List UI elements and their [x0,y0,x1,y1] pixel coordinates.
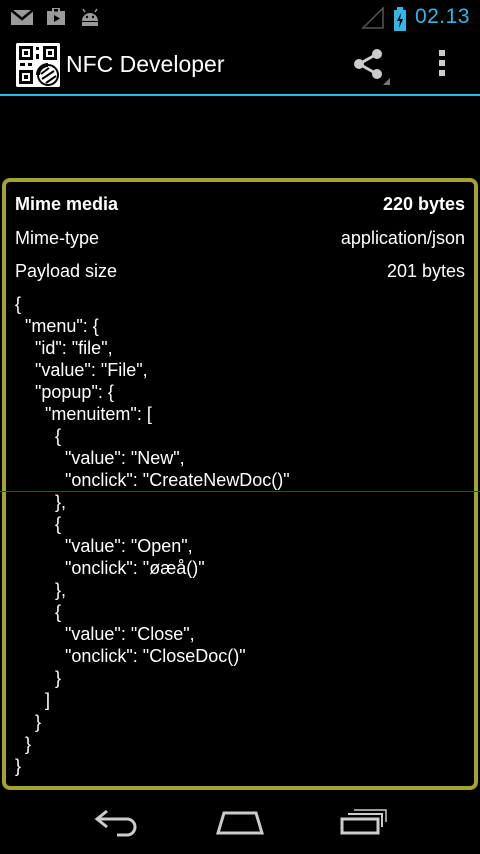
app-title: NFC Developer [66,51,225,77]
play-store-icon [44,7,68,27]
payload-size-row: Payload size 201 bytes [15,261,465,282]
focus-line [0,491,480,492]
clock: 02.13 [414,4,470,28]
overflow-menu-button[interactable] [426,45,458,85]
share-icon [348,45,392,90]
signal-icon [361,5,385,29]
action-bar-divider [0,94,480,96]
qr-app-icon[interactable] [16,42,60,87]
battery-charging-icon [393,6,407,31]
action-bar: NFC Developer [0,33,480,96]
recent-apps-button[interactable] [333,805,393,845]
navigation-bar [0,795,480,854]
status-bar: 02.13 [0,0,480,33]
screen: 02.13 NFC Developer Mime media 220 bytes… [0,0,480,854]
mime-type-value: application/json [340,228,465,248]
recent-apps-icon [338,807,388,842]
notification-icons [10,7,102,27]
gmail-icon [10,7,34,27]
mime-type-label: Mime-type [15,228,100,248]
record-size-value: 220 bytes [382,194,465,214]
mime-type-row: Mime-type application/json [15,228,465,249]
share-button[interactable] [348,47,392,87]
overflow-menu-icon [436,48,448,83]
payload-size-label: Payload size [15,261,118,281]
record-header-row: Mime media 220 bytes [15,194,465,215]
system-status: 02.13 [361,4,470,31]
record-type-label: Mime media [15,194,119,214]
payload-size-value: 201 bytes [386,261,465,281]
back-icon [93,807,141,842]
home-button[interactable] [210,805,270,845]
android-icon [78,7,102,27]
record-card: Mime media 220 bytes Mime-type applicati… [2,178,478,790]
payload-json: { "menu": { "id": "file", "value": "File… [15,294,290,776]
home-icon [214,807,266,842]
back-button[interactable] [87,805,147,845]
